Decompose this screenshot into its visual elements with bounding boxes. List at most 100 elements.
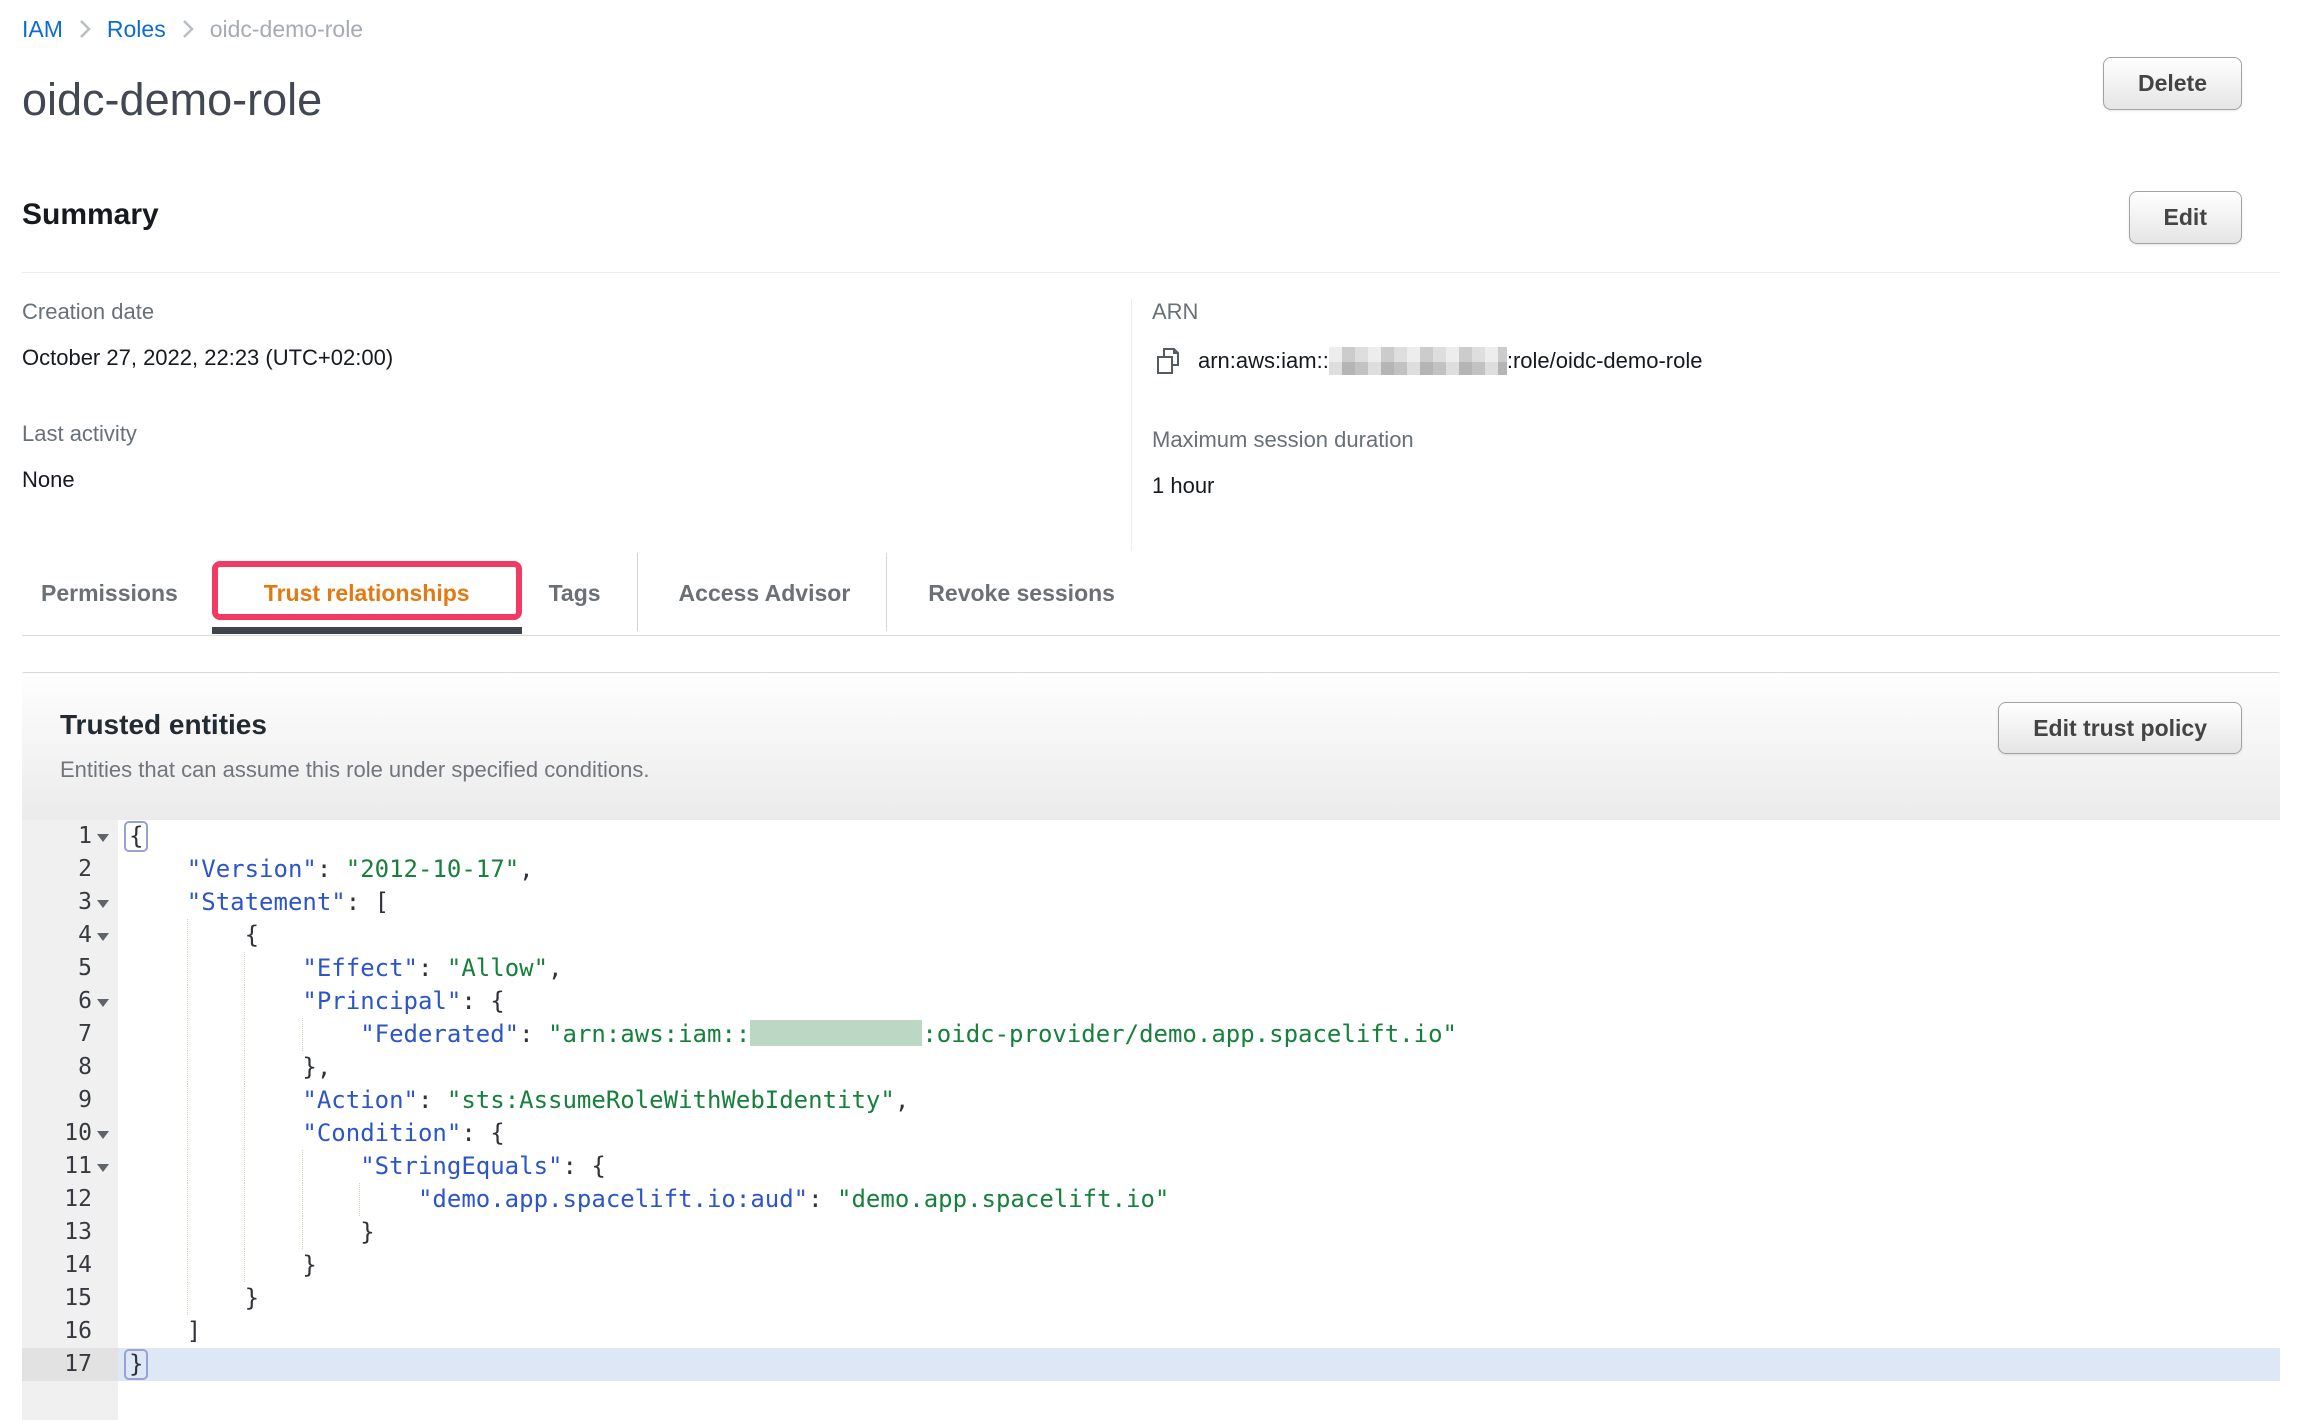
editor-line[interactable]: 6 "Principal": {: [22, 985, 2280, 1018]
editor-code-line[interactable]: "Statement": [: [118, 886, 2280, 919]
json-punctuation: [129, 1119, 302, 1147]
copy-icon[interactable]: [1152, 345, 1184, 377]
editor-code-line[interactable]: },: [118, 1051, 2280, 1084]
json-punctuation: : {: [461, 987, 504, 1015]
tab-access-advisor[interactable]: Access Advisor: [679, 580, 851, 607]
editor-line[interactable]: 17}: [22, 1348, 2280, 1381]
editor-code-line[interactable]: "demo.app.spacelift.io:aud": "demo.app.s…: [118, 1183, 2280, 1216]
editor-line[interactable]: 5 "Effect": "Allow",: [22, 952, 2280, 985]
fold-arrow-icon[interactable]: [92, 820, 114, 853]
cursor-brace: {: [124, 821, 148, 852]
indent-guide: [187, 1084, 188, 1117]
line-number: 10: [22, 1117, 92, 1150]
editor-gutter-cell: 8: [22, 1051, 118, 1084]
fold-arrow-slot: [92, 853, 114, 886]
editor-line[interactable]: 12 "demo.app.spacelift.io:aud": "demo.ap…: [22, 1183, 2280, 1216]
editor-gutter-cell: 6: [22, 985, 118, 1018]
line-number: 14: [22, 1249, 92, 1282]
tab-trust-relationships-label: Trust relationships: [264, 580, 470, 606]
trust-policy-editor[interactable]: 1{2 "Version": "2012-10-17",3 "Statement…: [22, 820, 2280, 1420]
fold-arrow-slot: [92, 1018, 114, 1051]
editor-line[interactable]: 9 "Action": "sts:AssumeRoleWithWebIdenti…: [22, 1084, 2280, 1117]
editor-code-line[interactable]: "Version": "2012-10-17",: [118, 853, 2280, 886]
editor-code-line[interactable]: }: [118, 1249, 2280, 1282]
summary-column-left: Creation date October 27, 2022, 22:23 (U…: [22, 299, 1131, 551]
json-punctuation: ,: [895, 1086, 909, 1114]
editor-line[interactable]: 1{: [22, 820, 2280, 853]
indent-guide: [359, 1183, 360, 1216]
editor-code-line[interactable]: {: [118, 919, 2280, 952]
editor-code-line[interactable]: }: [118, 1216, 2280, 1249]
editor-line[interactable]: 8 },: [22, 1051, 2280, 1084]
editor-code-line[interactable]: "Federated": "arn:aws:iam:::oidc-provide…: [118, 1018, 2280, 1051]
edit-trust-policy-button[interactable]: Edit trust policy: [1998, 702, 2242, 754]
redacted-account-id-block: [1329, 347, 1507, 375]
tab-tags[interactable]: Tags: [549, 580, 601, 607]
summary-heading: Summary: [22, 198, 2302, 232]
creation-date-label: Creation date: [22, 299, 1131, 325]
editor-gutter-cell: 9: [22, 1084, 118, 1117]
editor-gutter-cell: 7: [22, 1018, 118, 1051]
arn-text: arn:aws:iam:::role/oidc-demo-role: [1198, 347, 1702, 375]
json-punctuation: :: [808, 1185, 837, 1213]
editor-code-line[interactable]: "Action": "sts:AssumeRoleWithWebIdentity…: [118, 1084, 2280, 1117]
editor-code-line[interactable]: "Principal": {: [118, 985, 2280, 1018]
editor-line[interactable]: 16 ]: [22, 1315, 2280, 1348]
line-number: 5: [22, 952, 92, 985]
page-title: oidc-demo-role: [22, 74, 2302, 126]
editor-line[interactable]: 11 "StringEquals": {: [22, 1150, 2280, 1183]
editor-line[interactable]: 15 }: [22, 1282, 2280, 1315]
line-number: 3: [22, 886, 92, 919]
editor-line[interactable]: 14 }: [22, 1249, 2280, 1282]
edit-button[interactable]: Edit: [2129, 191, 2242, 244]
fold-arrow-icon[interactable]: [92, 985, 114, 1018]
editor-code-line[interactable]: "StringEquals": {: [118, 1150, 2280, 1183]
json-punctuation: [129, 987, 302, 1015]
editor-code-line[interactable]: {: [118, 820, 2280, 853]
breadcrumb-link-iam[interactable]: IAM: [22, 16, 63, 43]
indent-guide: [187, 919, 188, 952]
json-key: "Principal": [302, 987, 461, 1015]
breadcrumb-chevron-icon: [79, 19, 91, 39]
tab-revoke-sessions[interactable]: Revoke sessions: [928, 580, 1115, 607]
editor-code-line[interactable]: }: [118, 1282, 2280, 1315]
json-punctuation: : [: [346, 888, 389, 916]
indent-guide: [244, 1051, 245, 1084]
editor-code-line[interactable]: "Effect": "Allow",: [118, 952, 2280, 985]
editor-code-line[interactable]: ]: [118, 1315, 2280, 1348]
fold-arrow-slot: [92, 1216, 114, 1249]
json-punctuation: ,: [548, 954, 562, 982]
line-number: 7: [22, 1018, 92, 1051]
editor-code-line[interactable]: }: [118, 1348, 2280, 1381]
editor-line[interactable]: 13 }: [22, 1216, 2280, 1249]
last-activity-label: Last activity: [22, 421, 1131, 447]
indent-guide: [244, 1084, 245, 1117]
tab-trust-relationships[interactable]: Trust relationships: [264, 580, 470, 607]
indent-guide: [244, 1117, 245, 1150]
fold-arrow-icon[interactable]: [92, 886, 114, 919]
editor-line[interactable]: 4 {: [22, 919, 2280, 952]
field-arn: ARN arn:aws:iam:::role/oidc-demo-role: [1152, 299, 2280, 377]
tab-permissions[interactable]: Permissions: [41, 580, 178, 607]
json-string-value: "Allow": [447, 954, 548, 982]
indent-guide: [302, 1183, 303, 1216]
json-key: "Action": [302, 1086, 418, 1114]
line-number: 12: [22, 1183, 92, 1216]
editor-line[interactable]: 7 "Federated": "arn:aws:iam:::oidc-provi…: [22, 1018, 2280, 1051]
redacted-account-id-block: [750, 1020, 922, 1046]
editor-code-line[interactable]: "Condition": {: [118, 1117, 2280, 1150]
editor-gutter-cell: [22, 1381, 118, 1420]
fold-arrow-icon[interactable]: [92, 1150, 114, 1183]
editor-line[interactable]: 2 "Version": "2012-10-17",: [22, 853, 2280, 886]
fold-arrow-slot: [92, 1183, 114, 1216]
editor-line[interactable]: 10 "Condition": {: [22, 1117, 2280, 1150]
fold-arrow-icon[interactable]: [92, 919, 114, 952]
json-punctuation: },: [129, 1053, 331, 1081]
fold-arrow-icon[interactable]: [92, 1117, 114, 1150]
json-punctuation: }: [129, 1251, 317, 1279]
active-tab-underline: [212, 627, 522, 634]
breadcrumb-link-roles[interactable]: Roles: [107, 16, 166, 43]
indent-guide: [244, 985, 245, 1018]
delete-button[interactable]: Delete: [2103, 57, 2242, 110]
editor-line[interactable]: 3 "Statement": [: [22, 886, 2280, 919]
